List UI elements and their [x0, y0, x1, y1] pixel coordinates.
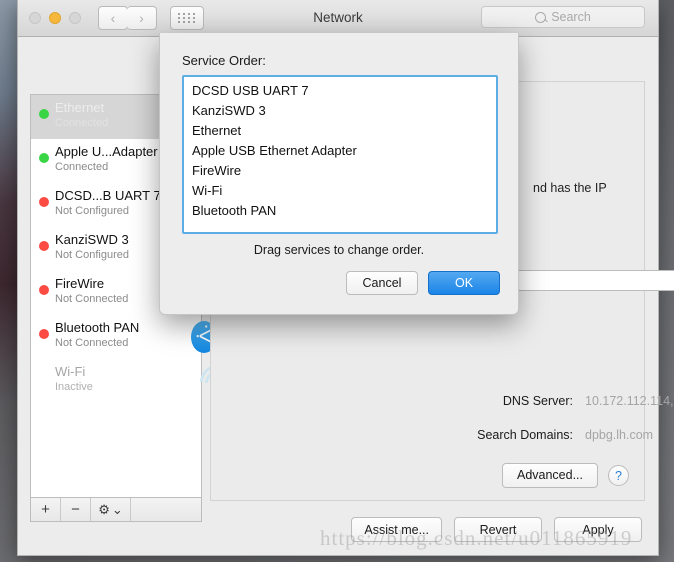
assist-me-button[interactable]: Assist me... — [351, 517, 442, 542]
dns-server-label: DNS Server: — [502, 394, 573, 408]
search-icon — [535, 11, 547, 23]
status-dot-red — [39, 285, 49, 295]
service-status: Inactive — [55, 381, 93, 393]
order-list-item[interactable]: Bluetooth PAN — [190, 201, 496, 221]
status-dot-green — [39, 153, 49, 163]
search-input[interactable]: Search — [481, 6, 645, 28]
service-row-bluetooth-pan[interactable]: Bluetooth PAN Not Connected ᑆ — [31, 315, 217, 359]
order-list-item[interactable]: KanziSWD 3 — [190, 101, 496, 121]
status-dot-red — [39, 197, 49, 207]
order-list-item[interactable]: DCSD USB UART 7 — [190, 81, 496, 101]
bottom-button-group: Assist me... Revert Apply — [351, 517, 642, 542]
gear-icon: ⚙ — [98, 501, 110, 517]
service-name: Bluetooth PAN — [55, 320, 140, 335]
window-bottom-bar: Assist me... Revert Apply — [18, 517, 658, 547]
minus-icon: − — [71, 501, 80, 518]
search-domains-label: Search Domains: — [477, 428, 573, 442]
sheet-title: Service Order: — [182, 53, 266, 68]
window-titlebar: ‹ › Network Search — [18, 0, 658, 37]
plus-icon: + — [41, 501, 50, 518]
service-name: Wi-Fi — [55, 364, 86, 379]
help-button[interactable]: ? — [608, 465, 629, 486]
search-domains-row: Search Domains: dpbg.lh.com — [443, 428, 674, 444]
order-list-item[interactable]: Wi-Fi — [190, 181, 496, 201]
cancel-button[interactable]: Cancel — [346, 271, 418, 295]
service-order-list[interactable]: DCSD USB UART 7 KanziSWD 3 Ethernet Appl… — [182, 75, 498, 234]
revert-button[interactable]: Revert — [454, 517, 542, 542]
order-list-item[interactable]: Ethernet — [190, 121, 496, 141]
window-content: Ethernet Connected Apple U...Adapter Con… — [18, 33, 674, 555]
sheet-hint-text: Drag services to change order. — [253, 243, 425, 257]
status-dot-none — [39, 373, 49, 383]
ok-button[interactable]: OK — [428, 271, 500, 295]
search-placeholder: Search — [551, 10, 591, 24]
dns-server-row: DNS Server: 10.172.112.114, 10.173.172.1… — [443, 394, 674, 410]
status-dot-red — [39, 241, 49, 251]
sheet-button-group: Cancel OK — [346, 271, 500, 295]
configure-ipv4-combo[interactable]: ▲▼ — [499, 270, 674, 291]
connection-note: nd has the IP — [533, 181, 607, 195]
network-preferences-window: ‹ › Network Search Ethernet Connected Ap… — [17, 0, 674, 556]
chevron-down-icon: ⌄ — [111, 501, 123, 517]
order-list-item[interactable]: FireWire — [190, 161, 496, 181]
service-order-sheet: Service Order: DCSD USB UART 7 KanziSWD … — [159, 33, 519, 315]
service-status: Not Connected — [55, 337, 129, 349]
search-domains-value: dpbg.lh.com — [585, 428, 654, 442]
status-dot-red — [39, 329, 49, 339]
apply-button[interactable]: Apply — [554, 517, 642, 542]
dns-server-value: 10.172.112.114, 10.173.172.114 — [585, 394, 674, 408]
service-row-wifi[interactable]: Wi-Fi Inactive — [31, 359, 234, 403]
advanced-button[interactable]: Advanced... — [501, 463, 598, 488]
status-dot-green — [39, 109, 49, 119]
advanced-row: Advanced... ? — [501, 463, 629, 488]
order-list-item[interactable]: Apple USB Ethernet Adapter — [190, 141, 496, 161]
